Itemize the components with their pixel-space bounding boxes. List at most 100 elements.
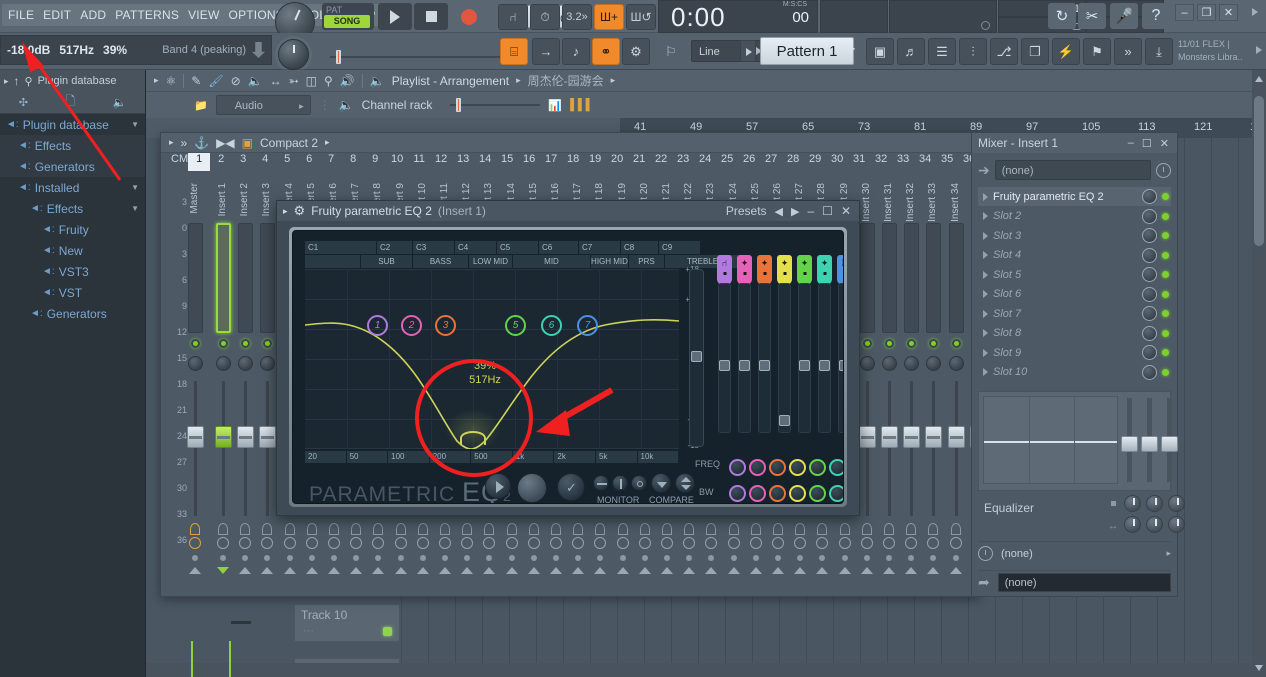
eq-band-cap[interactable]: ✦: [817, 255, 832, 285]
strip-route-arrow[interactable]: [572, 567, 584, 574]
strip-pan-knob[interactable]: [860, 356, 875, 371]
eq-band-node-5[interactable]: 5: [505, 315, 526, 336]
strip-latency-icon[interactable]: [905, 537, 917, 549]
insert-output-field[interactable]: (none): [998, 573, 1171, 592]
browser-item-fruity[interactable]: ◄:Fruity: [0, 219, 145, 240]
browser-item-installed[interactable]: ◄:Installed▼: [0, 177, 145, 198]
strip-pan-knob[interactable]: [260, 356, 275, 371]
strip-latency-icon[interactable]: [284, 537, 296, 549]
strip-record-icon[interactable]: [190, 523, 200, 535]
strip-latency-icon[interactable]: [350, 537, 362, 549]
mixer-button[interactable]: ⫶: [959, 38, 987, 65]
mixer-channel-number-34[interactable]: 34: [914, 153, 936, 171]
chevron-right-icon[interactable]: ▸: [283, 206, 288, 217]
strip-route-arrow[interactable]: [705, 567, 717, 574]
mixer-channel-number-24[interactable]: 24: [694, 153, 716, 171]
insert-slot-3[interactable]: Slot 3: [978, 226, 1171, 245]
strip-latency-icon[interactable]: [306, 537, 318, 549]
monitor-minus-button[interactable]: [593, 475, 609, 491]
slot-enable-led[interactable]: [1162, 369, 1169, 376]
insert-send-row[interactable]: (none) ▸: [978, 541, 1171, 565]
menu-item-add[interactable]: ADD: [80, 8, 106, 22]
slot-enable-led[interactable]: [1162, 291, 1169, 298]
channel-volume-slider[interactable]: [450, 98, 540, 112]
eq-titlebar[interactable]: ▸ ⚙ Fruity parametric EQ 2 (Insert 1) Pr…: [277, 201, 859, 221]
eq-band-node-1[interactable]: 1: [367, 315, 388, 336]
slot-mix-knob[interactable]: [1142, 228, 1157, 243]
record-button[interactable]: [452, 3, 486, 30]
pan-icon[interactable]: ▶◀: [216, 136, 234, 150]
pitch-knob[interactable]: [278, 39, 309, 70]
online-content-button[interactable]: »: [1114, 38, 1142, 65]
draw-tool-button[interactable]: →: [532, 38, 560, 65]
strip-enable-led[interactable]: [191, 339, 200, 348]
maximize-icon[interactable]: ☐: [822, 204, 833, 218]
strip-fader[interactable]: [903, 426, 920, 448]
strip-latency-icon[interactable]: [239, 537, 251, 549]
mixer-channel-number-10[interactable]: 10: [386, 153, 408, 171]
monitor-dot-button[interactable]: [631, 475, 647, 491]
strip-solo-dot[interactable]: [264, 555, 270, 561]
strip-record-icon[interactable]: [551, 523, 561, 535]
strip-fader[interactable]: [925, 426, 942, 448]
strip-latency-icon[interactable]: [572, 537, 584, 549]
playback-icon[interactable]: ◫: [306, 74, 317, 88]
insert-slot-9[interactable]: Slot 9: [978, 343, 1171, 362]
strip-route-arrow[interactable]: [950, 567, 962, 574]
chevron-right-icon[interactable]: [983, 232, 988, 240]
strip-solo-dot[interactable]: [420, 555, 426, 561]
song-label[interactable]: SONG: [324, 15, 370, 28]
sort-icon[interactable]: ✣: [19, 96, 28, 109]
mixer-channel-number-32[interactable]: 32: [870, 153, 892, 171]
browser-item-effects[interactable]: ◄:Effects▼: [0, 198, 145, 219]
waveform-icon[interactable]: 📊: [548, 99, 562, 112]
strip-route-arrow[interactable]: [772, 567, 784, 574]
mixer-strip-insert-32[interactable]: Insert 32: [901, 171, 921, 591]
strip-latency-icon[interactable]: [661, 537, 673, 549]
slot-enable-led[interactable]: [1162, 349, 1169, 356]
strip-solo-dot[interactable]: [708, 555, 714, 561]
mixer-channel-number-15[interactable]: 15: [496, 153, 518, 171]
strip-solo-dot[interactable]: [242, 555, 248, 561]
eq-gain-handle[interactable]: [819, 360, 830, 371]
link-button[interactable]: ⚭: [592, 38, 620, 65]
help-button[interactable]: ?: [1142, 3, 1170, 29]
chevron-down-icon[interactable]: ▼: [131, 204, 139, 213]
strip-fader[interactable]: [948, 426, 965, 448]
strip-record-icon[interactable]: [840, 523, 850, 535]
news-ticker[interactable]: 11/01 FLEX | Monsters Libra..: [1178, 36, 1258, 66]
menu-item-view[interactable]: VIEW: [188, 8, 219, 22]
slot-enable-led[interactable]: [1162, 271, 1169, 278]
strip-route-arrow[interactable]: [661, 567, 673, 574]
mixer-channel-number-4[interactable]: 4: [254, 153, 276, 171]
strip-solo-dot[interactable]: [575, 555, 581, 561]
strip-solo-dot[interactable]: [442, 555, 448, 561]
chevron-down-icon[interactable]: ▼: [131, 183, 139, 192]
strip-route-arrow[interactable]: [927, 567, 939, 574]
presets-label[interactable]: Presets: [726, 204, 767, 218]
strip-record-icon[interactable]: [329, 523, 339, 535]
strip-record-icon[interactable]: [884, 523, 894, 535]
mixer-channel-number-30[interactable]: 30: [826, 153, 848, 171]
strip-route-arrow[interactable]: [284, 567, 296, 574]
mixer-channel-number-19[interactable]: 19: [584, 153, 606, 171]
strip-enable-led[interactable]: [929, 339, 938, 348]
browser-item-vst[interactable]: ◄:VST: [0, 282, 145, 303]
maximize-button[interactable]: ❐: [1197, 4, 1216, 21]
insert-eq-fader-low[interactable]: [1127, 398, 1132, 482]
zoom-tool-icon[interactable]: ➳: [289, 74, 299, 88]
chevron-right-icon[interactable]: [983, 310, 988, 318]
strip-enable-led[interactable]: [907, 339, 916, 348]
strip-solo-dot[interactable]: [486, 555, 492, 561]
strip-record-icon[interactable]: [240, 523, 250, 535]
eq-freq-knob-2[interactable]: [749, 459, 766, 476]
project-picker-button[interactable]: ❐: [1021, 38, 1049, 65]
eq-gain-handle[interactable]: [839, 360, 844, 371]
browser-item-plugin-database[interactable]: ◄:Plugin database▼: [0, 114, 145, 135]
strip-record-icon[interactable]: [684, 523, 694, 535]
slot-mix-knob[interactable]: [1142, 306, 1157, 321]
strip-fader[interactable]: [215, 426, 232, 448]
eq-band-cap[interactable]: ✦: [757, 255, 772, 285]
strip-record-icon[interactable]: [729, 523, 739, 535]
insert-eq-fader-mid[interactable]: [1147, 398, 1152, 482]
